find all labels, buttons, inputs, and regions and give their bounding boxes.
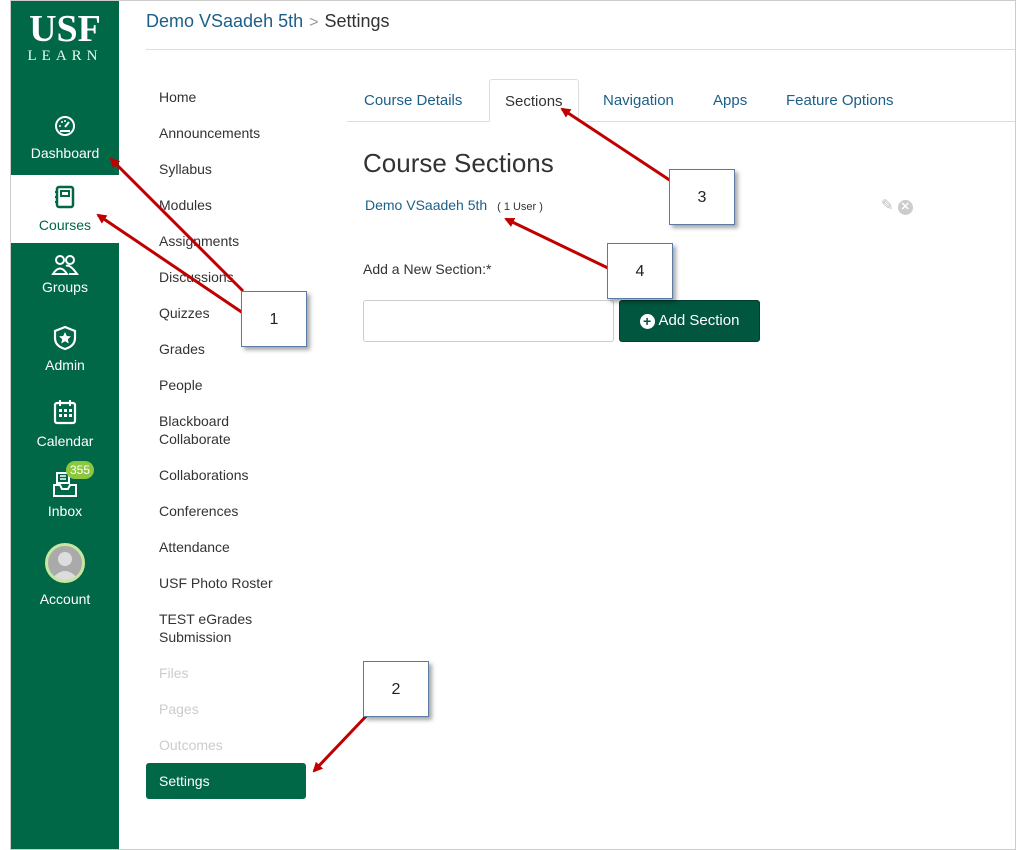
course-nav: Home Announcements Syllabus Modules Assi… xyxy=(146,79,311,799)
global-nav-courses-label: Courses xyxy=(38,217,92,233)
global-nav-inbox-label: Inbox xyxy=(47,503,83,519)
settings-tabs: Course Details Sections Navigation Apps … xyxy=(347,79,1015,122)
course-nav-collaborations[interactable]: Collaborations xyxy=(146,457,311,493)
add-section-button-label: Add Section xyxy=(658,312,740,329)
course-nav-discussions[interactable]: Discussions xyxy=(146,259,311,295)
avatar xyxy=(45,543,85,583)
delete-x-icon[interactable]: ✕ xyxy=(897,200,913,215)
global-nav-calendar[interactable]: Calendar xyxy=(11,399,119,455)
plus-circle-icon: + xyxy=(639,314,655,329)
callout-3: 3 xyxy=(669,169,735,225)
course-nav-test-egrades-submission[interactable]: TEST eGrades Submission xyxy=(146,601,276,655)
usf-learn-logo[interactable]: USF LEARN xyxy=(11,1,119,79)
course-nav-settings[interactable]: Settings xyxy=(146,763,306,799)
tab-apps[interactable]: Apps xyxy=(713,79,747,122)
course-nav-pages[interactable]: Pages xyxy=(146,691,311,727)
edit-pencil-icon[interactable]: ✎ xyxy=(881,197,894,214)
course-nav-blackboard-collaborate[interactable]: Blackboard Collaborate xyxy=(146,403,266,457)
global-nav-inbox[interactable]: 355 Inbox xyxy=(11,461,119,527)
breadcrumb-course-link[interactable]: Demo VSaadeh 5th xyxy=(146,11,303,31)
logo-learn-text: LEARN xyxy=(27,48,103,64)
callout-2: 2 xyxy=(363,661,429,717)
header-divider xyxy=(146,49,1015,50)
global-nav-dashboard[interactable]: Dashboard xyxy=(11,113,119,171)
add-section-input[interactable] xyxy=(363,300,614,342)
breadcrumb-current: Settings xyxy=(324,11,390,31)
dashboard-icon xyxy=(55,116,75,136)
course-nav-announcements[interactable]: Announcements xyxy=(146,115,311,151)
groups-icon xyxy=(51,255,79,275)
breadcrumb-separator: > xyxy=(309,14,319,31)
arrow-2-to-settings xyxy=(312,709,373,773)
tab-course-details[interactable]: Course Details xyxy=(364,79,462,122)
tab-sections[interactable]: Sections xyxy=(489,79,579,122)
section-user-count: ( 1 User ) xyxy=(497,201,543,213)
global-nav: USF LEARN Dashboard Courses Groups Admin… xyxy=(11,1,119,849)
global-nav-dashboard-label: Dashboard xyxy=(30,145,100,161)
course-nav-usf-photo-roster[interactable]: USF Photo Roster xyxy=(146,565,311,601)
course-nav-attendance[interactable]: Attendance xyxy=(146,529,311,565)
global-nav-groups[interactable]: Groups xyxy=(11,253,119,305)
breadcrumb: Demo VSaadeh 5th > Settings xyxy=(146,11,390,32)
admin-icon xyxy=(53,325,77,351)
section-actions: ✎ ✕ xyxy=(881,196,913,215)
course-nav-files[interactable]: Files xyxy=(146,655,311,691)
add-section-label: Add a New Section:* xyxy=(363,261,492,277)
course-nav-assignments[interactable]: Assignments xyxy=(146,223,311,259)
arrow-4-to-section-link xyxy=(504,217,611,271)
global-nav-account-label: Account xyxy=(39,591,91,607)
section-link[interactable]: Demo VSaadeh 5th xyxy=(365,197,487,213)
callout-4: 4 xyxy=(607,243,673,299)
course-nav-people[interactable]: People xyxy=(146,367,311,403)
global-nav-account[interactable]: Account xyxy=(11,543,119,607)
section-row: Demo VSaadeh 5th ( 1 User ) xyxy=(365,197,543,213)
course-nav-outcomes[interactable]: Outcomes xyxy=(146,727,311,763)
global-nav-admin-label: Admin xyxy=(45,357,85,373)
callout-1: 1 xyxy=(241,291,307,347)
add-section-button[interactable]: + Add Section xyxy=(619,300,760,342)
global-nav-calendar-label: Calendar xyxy=(36,433,94,449)
calendar-icon xyxy=(53,400,77,425)
course-nav-modules[interactable]: Modules xyxy=(146,187,311,223)
tab-feature-options[interactable]: Feature Options xyxy=(786,79,894,122)
logo-usf-text: USF xyxy=(29,8,101,50)
global-nav-courses[interactable]: Courses xyxy=(11,175,119,243)
inbox-unread-badge: 355 xyxy=(66,461,95,479)
courses-icon xyxy=(55,185,75,209)
course-nav-home[interactable]: Home xyxy=(146,79,311,115)
page-title: Course Sections xyxy=(363,148,554,178)
global-nav-admin[interactable]: Admin xyxy=(11,325,119,381)
course-nav-conferences[interactable]: Conferences xyxy=(146,493,311,529)
canvas-window: USF LEARN Dashboard Courses Groups Admin… xyxy=(10,0,1016,850)
global-nav-groups-label: Groups xyxy=(42,279,88,295)
course-nav-syllabus[interactable]: Syllabus xyxy=(146,151,311,187)
tab-navigation[interactable]: Navigation xyxy=(603,79,674,122)
